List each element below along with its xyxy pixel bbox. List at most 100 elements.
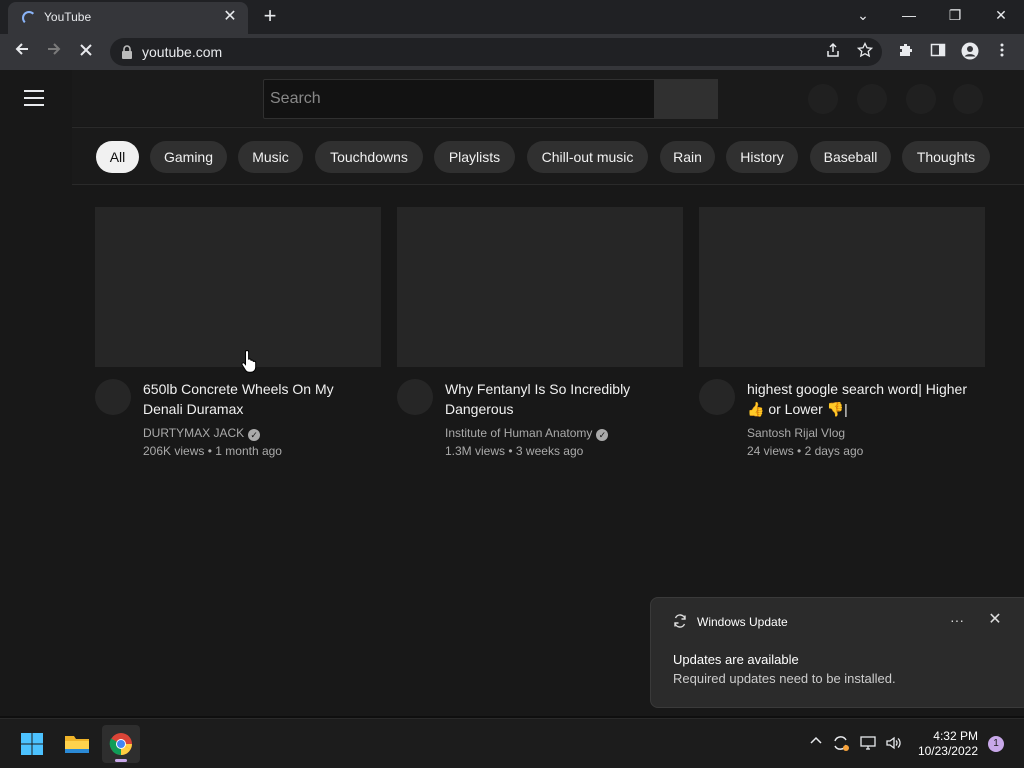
bookmark-star-icon[interactable]	[854, 41, 876, 64]
channel-avatar[interactable]	[95, 379, 131, 415]
channel-avatar[interactable]	[397, 379, 433, 415]
windows-logo-icon	[21, 733, 43, 755]
header-button-placeholder[interactable]	[808, 84, 838, 114]
stop-loading-button[interactable]	[72, 38, 100, 66]
chip-rain[interactable]: Rain	[660, 141, 715, 173]
back-button[interactable]	[8, 38, 36, 66]
tab-title: YouTube	[44, 10, 92, 24]
address-bar[interactable]: youtube.com	[110, 38, 882, 66]
video-meta: 206K views • 1 month ago	[143, 444, 282, 458]
video-card[interactable]: 650lb Concrete Wheels On My Denali Duram…	[95, 207, 381, 458]
chip-gaming[interactable]: Gaming	[150, 141, 227, 173]
verified-check-icon: ✓	[596, 429, 609, 441]
video-title[interactable]: 650lb Concrete Wheels On My Denali Duram…	[143, 379, 373, 419]
video-thumbnail[interactable]	[397, 207, 683, 367]
hamburger-menu-icon[interactable]	[24, 90, 48, 108]
side-panel-icon[interactable]	[927, 42, 949, 64]
profile-avatar-icon[interactable]	[959, 42, 981, 64]
avatar-placeholder[interactable]	[953, 84, 983, 114]
chip-history[interactable]: History	[726, 141, 798, 173]
more-options-icon[interactable]: ···	[945, 610, 969, 632]
chip-baseball[interactable]: Baseball	[810, 141, 891, 173]
channel-name[interactable]: Institute of Human Anatomy ✓	[445, 426, 609, 441]
update-sync-icon[interactable]	[831, 734, 851, 754]
hand-cursor-icon	[241, 349, 257, 373]
video-card[interactable]: highest google search word| Higher 👍 or …	[699, 207, 985, 458]
minimize-button[interactable]: —	[886, 0, 932, 34]
chrome-icon	[109, 733, 132, 762]
meta-separator: •	[797, 444, 802, 458]
start-button[interactable]	[13, 725, 51, 763]
notification-heading: Updates are available	[673, 652, 799, 667]
browser-menu-icon[interactable]	[991, 42, 1013, 64]
filter-chips-bar: All Gaming Music Touchdowns Playlists Ch…	[72, 127, 1024, 185]
new-tab-button[interactable]: +	[258, 4, 282, 28]
refresh-icon	[673, 614, 689, 630]
meta-separator: •	[207, 444, 212, 458]
volume-icon[interactable]	[883, 734, 903, 754]
notification-body: Required updates need to be installed.	[673, 671, 896, 686]
video-title[interactable]: Why Fentanyl Is So Incredibly Dangerous	[445, 379, 675, 419]
upload-age: 3 weeks ago	[515, 444, 584, 458]
chip-playlists[interactable]: Playlists	[434, 141, 515, 173]
upload-age: 2 days ago	[804, 444, 864, 458]
notification-count-badge[interactable]: 1	[988, 736, 1004, 752]
view-count: 24 views	[747, 444, 794, 458]
chip-chill-out-music[interactable]: Chill-out music	[527, 141, 648, 173]
video-thumbnail[interactable]	[95, 207, 381, 367]
tab-close-icon[interactable]: ✕	[220, 7, 240, 27]
share-icon[interactable]	[822, 42, 844, 64]
close-window-button[interactable]: ✕	[978, 0, 1024, 34]
extensions-icon[interactable]	[895, 42, 917, 64]
url-text: youtube.com	[142, 44, 223, 60]
clock-time: 4:32 PM	[933, 729, 978, 743]
channel-name-text[interactable]: Santosh Rijal Vlog	[747, 426, 845, 440]
search-input[interactable]: Search	[263, 79, 655, 119]
arrow-left-icon	[15, 43, 28, 55]
channel-name-text[interactable]: DURTYMAX JACK	[143, 426, 244, 440]
close-icon	[80, 44, 92, 56]
video-meta: 24 views • 2 days ago	[747, 444, 863, 458]
browser-toolbar: youtube.com	[0, 34, 1024, 70]
view-count: 1.3M views	[445, 444, 506, 458]
folder-icon	[65, 736, 89, 753]
channel-name[interactable]: Santosh Rijal Vlog	[747, 426, 845, 440]
video-meta: 1.3M views • 3 weeks ago	[445, 444, 583, 458]
video-thumbnail[interactable]	[699, 207, 985, 367]
tab-youtube[interactable]: YouTube ✕	[8, 2, 248, 34]
channel-name-text[interactable]: Institute of Human Anatomy	[445, 426, 592, 440]
view-count: 206K views	[143, 444, 205, 458]
show-hidden-icons-chevron-up-icon[interactable]	[806, 734, 826, 754]
video-card[interactable]: Why Fentanyl Is So Incredibly Dangerous …	[397, 207, 683, 458]
chip-touchdowns[interactable]: Touchdowns	[315, 141, 423, 173]
arrow-right-icon	[48, 43, 61, 55]
clock-date: 10/23/2022	[917, 744, 978, 758]
chrome-taskbar-button[interactable]	[102, 725, 140, 763]
verified-check-icon: ✓	[248, 429, 261, 441]
lock-icon	[122, 45, 132, 59]
channel-name[interactable]: DURTYMAX JACK ✓	[143, 426, 261, 441]
notification-close-icon[interactable]: ✕	[983, 610, 1007, 632]
clock[interactable]: 4:32 PM 10/23/2022	[908, 729, 978, 759]
windows-taskbar: 4:32 PM 10/23/2022 1	[0, 718, 1024, 768]
chip-all[interactable]: All	[96, 141, 139, 173]
youtube-sidebar	[0, 70, 72, 716]
chip-thoughts[interactable]: Thoughts	[902, 141, 990, 173]
video-title[interactable]: highest google search word| Higher 👍 or …	[747, 379, 977, 419]
windows-update-notification[interactable]: Windows Update ··· ✕ Updates are availab…	[650, 597, 1024, 708]
network-icon[interactable]	[858, 734, 878, 754]
meta-separator: •	[508, 444, 513, 458]
search-button[interactable]	[655, 79, 718, 119]
forward-button[interactable]	[40, 38, 68, 66]
loading-spinner-icon	[22, 11, 36, 25]
browser-titlebar: YouTube ✕ + ⌄ — ❐ ✕	[0, 0, 1024, 34]
header-button-placeholder[interactable]	[906, 84, 936, 114]
chip-music[interactable]: Music	[238, 141, 303, 173]
notification-app-name: Windows Update	[697, 615, 788, 629]
tab-search-dropdown-icon[interactable]: ⌄	[840, 0, 886, 34]
youtube-header: Search	[72, 70, 1024, 126]
channel-avatar[interactable]	[699, 379, 735, 415]
header-button-placeholder[interactable]	[857, 84, 887, 114]
restore-button[interactable]: ❐	[932, 0, 978, 34]
file-explorer-button[interactable]	[58, 725, 96, 763]
